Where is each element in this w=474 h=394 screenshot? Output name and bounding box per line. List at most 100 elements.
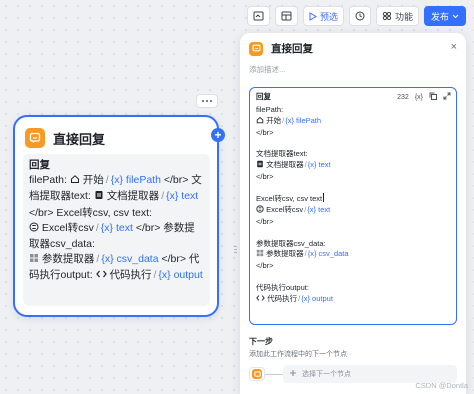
chip-var-prefix: {x} (100, 221, 114, 234)
chip-node-name: 参数提取器 (266, 249, 304, 259)
variable-chip-param: 参数提取器/{x} csv_data (256, 249, 349, 258)
run-label: 预选 (319, 11, 338, 22)
home-icon (256, 116, 264, 128)
preview-text: filePath: (29, 174, 67, 187)
chip-var-prefix: {x} (166, 190, 179, 203)
editor-line: </br> (256, 171, 274, 181)
play-icon (309, 11, 317, 21)
chip-node-name: 开始 (82, 174, 104, 187)
run-button[interactable]: 预选 (302, 6, 344, 26)
chip-node-name: 文档提取器 (266, 159, 304, 169)
node-config-panel: 直接回复 × 添加描述... 回复 232 {x} filePath: 开始/{… (240, 33, 466, 394)
variable-chip-doc: 文档提取器/{x} text (94, 190, 198, 202)
top-toolbar: 预选 功能 发布 (246, 6, 466, 26)
next-step-title: 下一步 (249, 337, 273, 346)
editor-line: 参数提取器csv_data: (256, 238, 326, 248)
chip-var-prefix: {x} (307, 205, 317, 215)
chip-node-name: 文档提取器 (106, 190, 160, 203)
chip-var-name: filePath (296, 115, 322, 125)
editor-line-text: Excel转csv, csv text (256, 194, 323, 204)
insert-variable-button[interactable]: {x} (415, 94, 423, 101)
editor-line: filePath: (256, 105, 284, 114)
select-next-node-label: 选择下一个节点 (302, 371, 351, 378)
reply-editor[interactable]: 回复 232 {x} filePath: 开始/{x} filePath </b… (249, 87, 457, 325)
connector-line (265, 373, 283, 375)
panel-header: 直接回复 (249, 41, 313, 56)
editor-line: </br> (256, 216, 274, 226)
current-node-mini (249, 367, 265, 381)
chip-var-prefix: {x} (307, 159, 317, 169)
document-icon (94, 190, 104, 205)
layout-icon (281, 11, 292, 21)
chip-var-name: filePath (125, 174, 161, 187)
publish-button[interactable]: 发布 (423, 6, 466, 26)
variable-chip-code: 代码执行/{x} output (95, 269, 203, 284)
more-dot (202, 100, 204, 102)
close-icon[interactable]: × (451, 42, 457, 53)
text-cursor (323, 193, 325, 203)
convert-icon (256, 205, 264, 217)
chevron-down-icon (452, 14, 459, 19)
watermark: CSDN @Dontla (415, 381, 468, 390)
expand-icon[interactable] (443, 92, 451, 102)
node-more-button[interactable] (196, 94, 218, 108)
chip-node-name: 开始 (266, 115, 282, 125)
add-next-node-button[interactable]: + (211, 128, 225, 142)
reply-icon (249, 41, 263, 56)
node-header: 直接回复 (25, 128, 105, 148)
variable-chip-excel: Excel转csv/{x} text (29, 222, 136, 234)
char-count: 232 (397, 93, 409, 101)
node-title: 直接回复 (53, 131, 106, 147)
chip-var-name: output (312, 293, 333, 303)
chip-var-prefix: {x} (158, 269, 171, 282)
preview-line: filePath: 开始 / {x} filePath </br> 文档提取器tex… (29, 173, 204, 284)
variable-chip-start: 开始/{x} filePath (70, 174, 164, 186)
editor-line: 参数提取器/{x} csv_data (256, 249, 450, 261)
answer-node[interactable]: 直接回复 回复 filePath: 开始 / {x} filePath </br> … (13, 115, 219, 317)
editor-line: 文档提取器text: (256, 149, 308, 159)
plus-icon (289, 369, 297, 379)
chip-node-name: Excel转csv (266, 205, 304, 215)
chip-var-name: csv_data (318, 249, 349, 259)
editor-line: 文档提取器/{x} text (256, 160, 450, 172)
layout-button[interactable] (274, 6, 298, 26)
publish-label: 发布 (430, 11, 449, 22)
reply-icon (25, 128, 45, 148)
variable-chip-start: 开始/{x} filePath (256, 116, 321, 125)
more-dot (210, 100, 212, 102)
variable-chip-param: 参数提取器/{x} csv_data (29, 253, 161, 265)
chip-var-name: text (181, 190, 199, 203)
editor-toolbar: 232 {x} (397, 92, 451, 102)
history-button[interactable] (348, 6, 371, 26)
chip-node-name: 代码执行 (109, 269, 152, 282)
editor-line: </br> (256, 127, 274, 137)
description-input[interactable]: 添加描述... (249, 64, 285, 75)
node-reply-preview: 回复 filePath: 开始 / {x} filePath </br> 文档提取器… (23, 154, 210, 306)
variable-chip-code: 代码执行/{x} output (256, 294, 333, 303)
view-toggle-button[interactable] (246, 6, 270, 26)
document-icon (256, 160, 264, 172)
history-icon (355, 11, 365, 21)
chip-node-name: Excel转csv (41, 221, 94, 234)
code-icon (256, 294, 265, 306)
code-icon (95, 269, 107, 284)
chip-var-name: text (318, 159, 331, 169)
features-label: 功能 (394, 11, 413, 22)
window-icon (253, 11, 264, 21)
chip-var-prefix: {x} (301, 293, 310, 303)
features-button[interactable]: 功能 (375, 6, 419, 26)
editor-line: </br> (256, 261, 274, 271)
preview-text: </br> Excel转csv, csv text: (29, 206, 152, 219)
editor-line: 代码执行/{x} output (256, 294, 450, 306)
chip-var-prefix: {x} (110, 174, 123, 187)
panel-resize-handle[interactable] (234, 246, 237, 258)
variable-chip-excel: Excel转csv/{x} text (256, 205, 330, 214)
variable-chip-doc: 文档提取器/{x} text (256, 160, 331, 169)
home-icon (70, 174, 80, 189)
editor-line: 开始/{x} filePath (256, 116, 450, 128)
chip-var-prefix: {x} (285, 115, 294, 125)
editor-content[interactable]: filePath: 开始/{x} filePath </br> 文档提取器tex… (256, 105, 450, 305)
chip-var-prefix: {x} (307, 249, 317, 259)
next-step-description: 添加此工作流程中的下一个节点 (249, 351, 347, 358)
copy-icon[interactable] (429, 92, 437, 102)
